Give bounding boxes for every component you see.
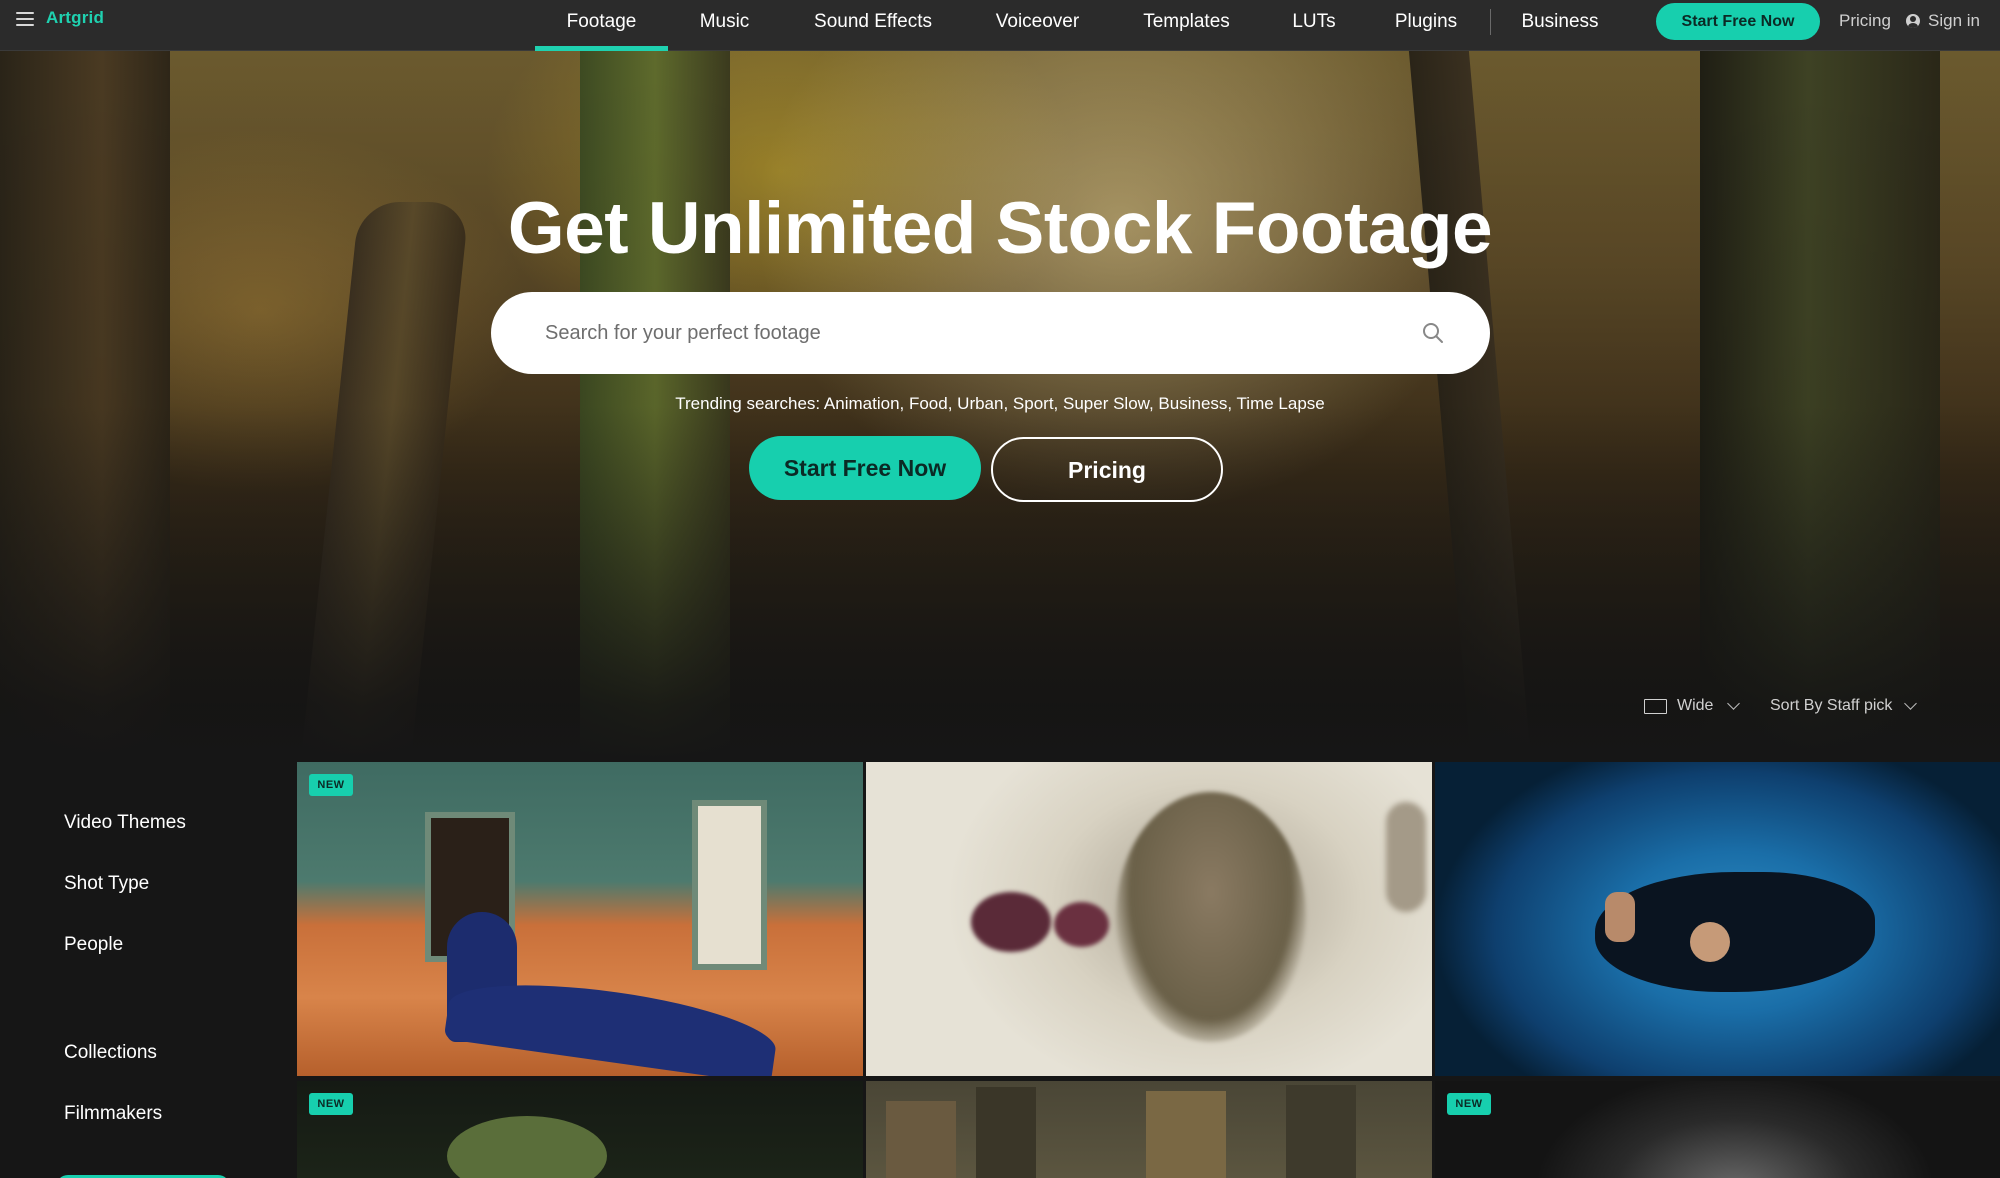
sort-label: Sort By Staff pick: [1770, 697, 1893, 714]
video-tile[interactable]: NEW: [297, 1081, 863, 1178]
building: [1146, 1091, 1226, 1178]
new-badge: NEW: [309, 774, 353, 796]
trending-searches[interactable]: Trending searches: Animation, Food, Urba…: [0, 394, 2000, 414]
hero-banner: Get Unlimited Stock Footage Trending sea…: [0, 51, 2000, 762]
top-navbar: Artgrid Footage Music Sound Effects Voic…: [0, 0, 2000, 51]
artgrid-logo[interactable]: Artgrid: [46, 8, 104, 28]
tab-luts[interactable]: LUTs: [1284, 0, 1344, 51]
video-tile[interactable]: NEW: [297, 762, 863, 1076]
app-root: Artgrid Footage Music Sound Effects Voic…: [0, 0, 2000, 1178]
tab-plugins[interactable]: Plugins: [1389, 0, 1463, 51]
sidebar-item-collections[interactable]: Collections: [64, 1042, 157, 1064]
search-icon[interactable]: [1421, 321, 1445, 345]
view-mode-label: Wide: [1677, 697, 1714, 714]
sidebar-item-filmmakers[interactable]: Filmmakers: [64, 1103, 162, 1125]
sign-in-link[interactable]: Sign in: [1906, 11, 1980, 31]
wide-layout-icon: [1644, 698, 1667, 714]
sidebar-item-video-themes[interactable]: Video Themes: [64, 812, 186, 834]
tab-business[interactable]: Business: [1515, 0, 1605, 51]
tab-music[interactable]: Music: [689, 0, 760, 51]
hamburger-menu-icon[interactable]: [16, 12, 34, 26]
view-mode-dropdown[interactable]: Wide: [1644, 697, 1741, 715]
face: [1690, 922, 1730, 962]
hand: [1605, 892, 1635, 942]
tab-voiceover[interactable]: Voiceover: [986, 0, 1089, 51]
search-input[interactable]: [545, 292, 1405, 374]
flower: [1054, 902, 1109, 947]
building: [976, 1087, 1036, 1178]
new-badge: NEW: [1447, 1093, 1491, 1115]
video-tile[interactable]: [866, 762, 1432, 1076]
chevron-down-icon: [1904, 697, 1918, 710]
tab-footage[interactable]: Footage: [535, 0, 668, 51]
video-tile[interactable]: [866, 1081, 1432, 1178]
pricing-link[interactable]: Pricing: [1839, 11, 1891, 31]
tab-sound-effects[interactable]: Sound Effects: [806, 0, 940, 51]
start-free-now-button[interactable]: Start Free Now: [1656, 3, 1820, 40]
blurred-face: [1116, 792, 1306, 1042]
dark-hollow: [1595, 872, 1875, 992]
chevron-down-icon: [1727, 697, 1741, 710]
user-icon: [1906, 14, 1920, 28]
doorway: [692, 800, 767, 970]
sign-in-label: Sign in: [1928, 11, 1980, 30]
building: [1286, 1085, 1356, 1178]
search-bar: [491, 292, 1490, 374]
flower: [971, 892, 1051, 952]
hero-pricing-button[interactable]: Pricing: [991, 437, 1223, 502]
hero-start-free-now-button[interactable]: Start Free Now: [749, 436, 981, 500]
sidebar-item-shot-type[interactable]: Shot Type: [64, 873, 149, 895]
new-badge: NEW: [309, 1093, 353, 1115]
sidebar-item-people[interactable]: People: [64, 934, 123, 956]
hero-title: Get Unlimited Stock Footage: [507, 188, 1493, 269]
blurred-hand: [1386, 802, 1426, 912]
nav-divider: [1490, 9, 1491, 35]
building: [886, 1101, 956, 1178]
video-tile[interactable]: [1435, 762, 2000, 1076]
tree-canopy: [447, 1116, 607, 1178]
tab-templates[interactable]: Templates: [1135, 0, 1238, 51]
video-tile[interactable]: NEW: [1435, 1081, 2000, 1178]
sort-dropdown[interactable]: Sort By Staff pick: [1770, 697, 1918, 715]
